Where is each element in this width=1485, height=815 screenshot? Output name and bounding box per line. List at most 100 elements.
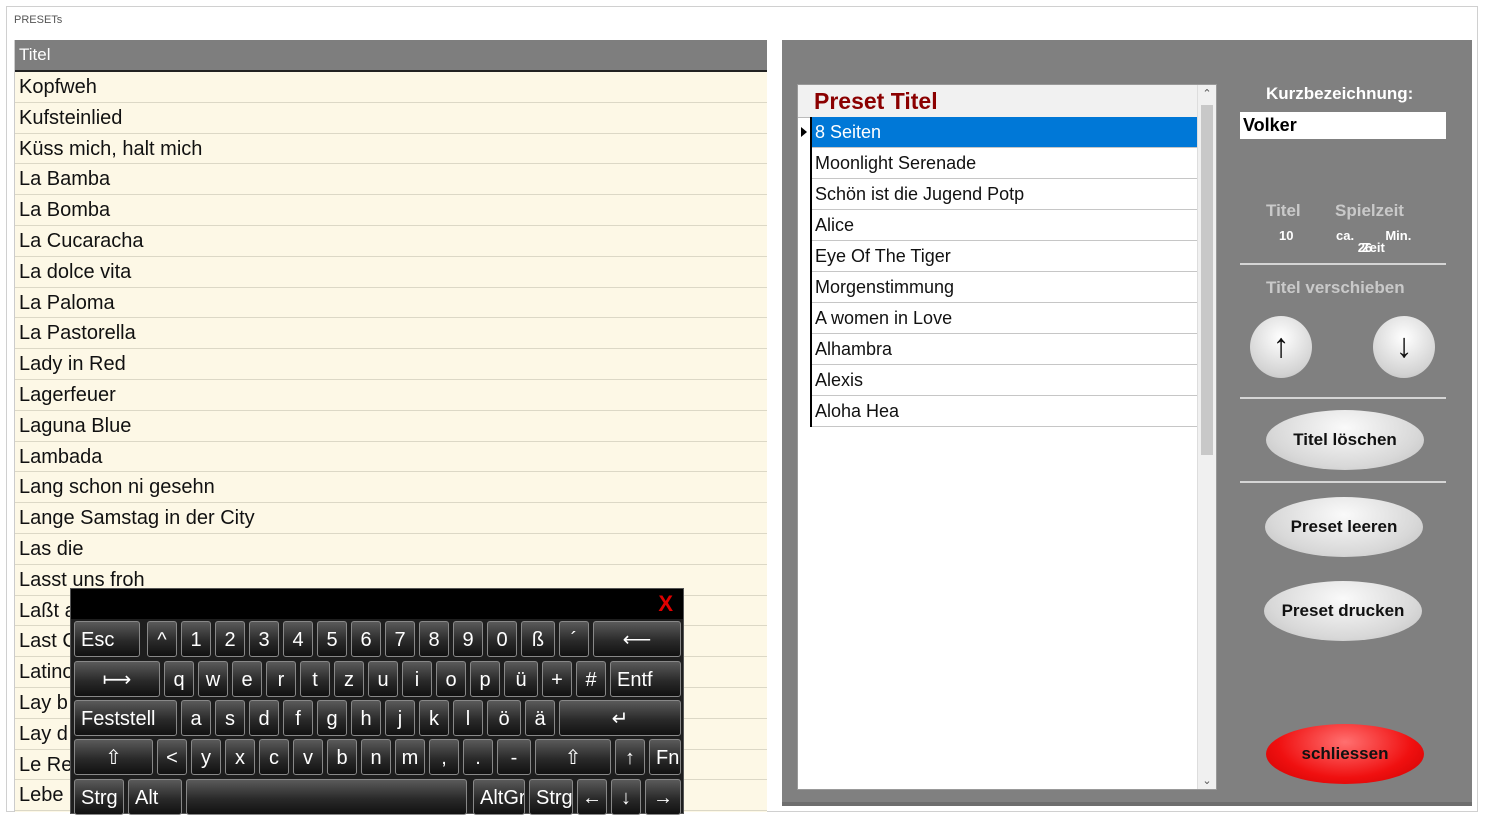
keyboard-key[interactable]: AltGr xyxy=(473,779,525,815)
short-name-input[interactable]: Volker xyxy=(1240,112,1446,139)
scroll-thumb[interactable] xyxy=(1201,105,1213,455)
clear-preset-button[interactable]: Preset leeren xyxy=(1265,497,1423,557)
keyboard-key[interactable]: ⇧ xyxy=(74,739,153,775)
keyboard-key[interactable]: ↵ xyxy=(559,700,681,736)
title-list-row[interactable]: La Pastorella xyxy=(15,318,767,350)
keyboard-key[interactable]: q xyxy=(164,661,194,697)
keyboard-key[interactable]: j xyxy=(385,700,415,736)
title-list-row[interactable]: Kopfweh xyxy=(15,72,767,103)
keyboard-key[interactable]: ^ xyxy=(147,621,177,657)
keyboard-key[interactable]: ⟵ xyxy=(593,621,681,657)
keyboard-key[interactable]: Strg xyxy=(74,779,124,815)
preset-row[interactable]: Alexis xyxy=(812,365,1197,396)
keyboard-key[interactable]: → xyxy=(645,779,681,815)
preset-table-scrollbar[interactable]: ⌃ ⌄ xyxy=(1197,85,1216,789)
keyboard-key[interactable]: Alt xyxy=(128,779,182,815)
move-down-button[interactable]: ↓ xyxy=(1373,316,1435,378)
title-list-row[interactable]: La dolce vita xyxy=(15,257,767,288)
keyboard-key[interactable]: ⟼ xyxy=(74,661,160,697)
keyboard-key[interactable]: 4 xyxy=(283,621,313,657)
keyboard-key[interactable]: Esc xyxy=(74,621,140,657)
title-list-row[interactable]: Laguna Blue xyxy=(15,411,767,442)
keyboard-key[interactable]: ü xyxy=(504,661,538,697)
keyboard-key[interactable]: 3 xyxy=(249,621,279,657)
keyboard-key[interactable]: a xyxy=(181,700,211,736)
keyboard-key[interactable]: Fn xyxy=(649,739,681,775)
title-list-row[interactable]: Lange Samstag in der City xyxy=(15,503,767,534)
preset-row[interactable]: Alhambra xyxy=(812,334,1197,365)
keyboard-key[interactable]: c xyxy=(259,739,289,775)
key-space[interactable] xyxy=(186,779,467,815)
close-button[interactable]: schliessen xyxy=(1266,724,1424,784)
keyboard-key[interactable]: 1 xyxy=(181,621,211,657)
keyboard-key[interactable]: x xyxy=(225,739,255,775)
keyboard-key[interactable]: l xyxy=(453,700,483,736)
keyboard-key[interactable]: Strg xyxy=(529,779,573,815)
keyboard-key[interactable]: + xyxy=(542,661,572,697)
keyboard-key[interactable]: 0 xyxy=(487,621,517,657)
keyboard-key[interactable]: i xyxy=(402,661,432,697)
title-list-row[interactable]: Lang schon ni gesehn xyxy=(15,472,767,504)
title-list-row[interactable]: La Bamba xyxy=(15,164,767,196)
title-list-row[interactable]: La Cucaracha xyxy=(15,226,767,257)
title-list-row[interactable]: Lambada xyxy=(15,442,767,473)
keyboard-key[interactable]: < xyxy=(157,739,187,775)
print-preset-button[interactable]: Preset drucken xyxy=(1264,581,1422,641)
title-list-row[interactable]: Lagerfeuer xyxy=(15,380,767,411)
title-list-row[interactable]: Las die xyxy=(15,534,767,565)
keyboard-key[interactable]: # xyxy=(576,661,606,697)
keyboard-key[interactable]: m xyxy=(395,739,425,775)
keyboard-key[interactable]: w xyxy=(198,661,228,697)
keyboard-key[interactable]: ß xyxy=(521,621,555,657)
move-up-button[interactable]: ↑ xyxy=(1250,316,1312,378)
scroll-down-icon[interactable]: ⌄ xyxy=(1198,774,1216,787)
keyboard-key[interactable]: 5 xyxy=(317,621,347,657)
title-list-row[interactable]: Kufsteinlied xyxy=(15,103,767,134)
keyboard-key[interactable]: 9 xyxy=(453,621,483,657)
keyboard-key[interactable]: ← xyxy=(577,779,607,815)
keyboard-key[interactable]: t xyxy=(300,661,330,697)
keyboard-key[interactable]: g xyxy=(317,700,347,736)
keyboard-key[interactable]: ↓ xyxy=(611,779,641,815)
keyboard-key[interactable]: p xyxy=(470,661,500,697)
keyboard-key[interactable]: v xyxy=(293,739,323,775)
preset-row[interactable]: 8 Seiten xyxy=(812,117,1197,148)
preset-row[interactable]: Morgenstimmung xyxy=(812,272,1197,303)
title-list-row[interactable]: La Paloma xyxy=(15,288,767,319)
keyboard-key[interactable]: n xyxy=(361,739,391,775)
keyboard-key[interactable]: d xyxy=(249,700,279,736)
keyboard-key[interactable]: ä xyxy=(525,700,555,736)
preset-row[interactable]: Schön ist die Jugend Potp xyxy=(812,179,1197,210)
preset-row[interactable]: Alice xyxy=(812,210,1197,241)
title-list-header[interactable]: Titel xyxy=(15,40,767,72)
keyboard-key[interactable]: b xyxy=(327,739,357,775)
keyboard-key[interactable]: , xyxy=(429,739,459,775)
preset-row[interactable]: Eye Of The Tiger xyxy=(812,241,1197,272)
keyboard-key[interactable]: ↑ xyxy=(615,739,645,775)
keyboard-key[interactable]: ⇧ xyxy=(535,739,611,775)
keyboard-key[interactable]: Feststell xyxy=(74,700,177,736)
keyboard-key[interactable]: Entf xyxy=(610,661,681,697)
preset-row[interactable]: Aloha Hea xyxy=(812,396,1197,427)
keyboard-close-icon[interactable]: X xyxy=(658,591,673,617)
keyboard-key[interactable]: o xyxy=(436,661,466,697)
preset-row[interactable]: A women in Love xyxy=(812,303,1197,334)
keyboard-key[interactable]: - xyxy=(497,739,531,775)
keyboard-key[interactable]: 7 xyxy=(385,621,415,657)
keyboard-key[interactable]: 8 xyxy=(419,621,449,657)
keyboard-key[interactable]: 2 xyxy=(215,621,245,657)
keyboard-key[interactable]: k xyxy=(419,700,449,736)
keyboard-key[interactable]: ´ xyxy=(559,621,589,657)
keyboard-key[interactable]: s xyxy=(215,700,245,736)
preset-row[interactable]: Moonlight Serenade xyxy=(812,148,1197,179)
delete-title-button[interactable]: Titel löschen xyxy=(1266,410,1424,470)
scroll-up-icon[interactable]: ⌃ xyxy=(1198,87,1216,100)
title-list-row[interactable]: Lady in Red xyxy=(15,349,767,380)
title-list-row[interactable]: La Bomba xyxy=(15,195,767,226)
keyboard-key[interactable]: 6 xyxy=(351,621,381,657)
keyboard-key[interactable]: f xyxy=(283,700,313,736)
title-list-row[interactable]: Küss mich, halt mich xyxy=(15,134,767,165)
keyboard-key[interactable]: z xyxy=(334,661,364,697)
keyboard-key[interactable]: r xyxy=(266,661,296,697)
keyboard-key[interactable]: h xyxy=(351,700,381,736)
